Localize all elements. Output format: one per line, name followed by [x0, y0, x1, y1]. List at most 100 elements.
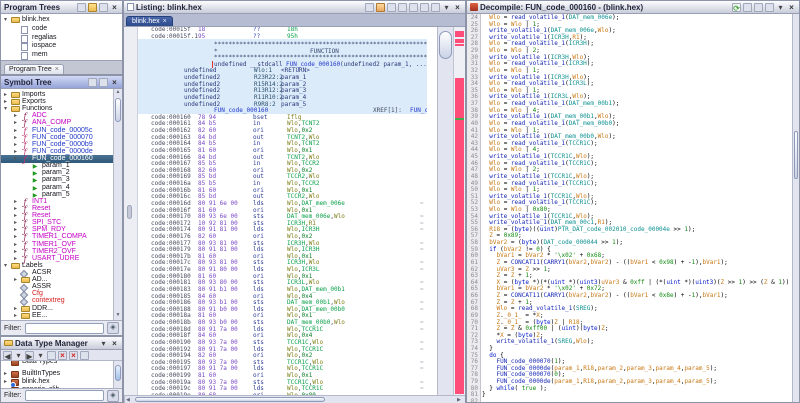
folder-open-icon[interactable]: [88, 3, 97, 12]
print-icon[interactable]: [765, 3, 774, 12]
close-icon[interactable]: ×: [110, 3, 119, 12]
filter-label: Filter:: [4, 392, 22, 399]
listing-hscrollbar[interactable]: ◀ ▶: [124, 395, 465, 403]
folder-icon: [21, 277, 30, 283]
decompiler-code-area[interactable]: Wlo = read_volatile_1(DAT_mem_006e); Wlo…: [482, 14, 792, 402]
symbol-tree-titlebar[interactable]: Symbol Tree ×: [1, 76, 122, 89]
tab-blink-hex[interactable]: blink.hex ×: [126, 16, 173, 26]
token: DAT_mem_00b0: [569, 120, 612, 127]
function-range-marker[interactable]: [455, 78, 464, 394]
bookmark-marker[interactable]: [455, 44, 464, 46]
symbol-tree-filter-input[interactable]: [25, 323, 105, 334]
tree-item-data-types[interactable]: Data Types: [1, 361, 113, 366]
tab-program-tree[interactable]: Program Tree ×: [4, 64, 64, 74]
edit-icon[interactable]: [409, 3, 418, 12]
code-line[interactable]: write_volatile_1(SREG,Wlo);: [482, 338, 594, 345]
field-format-icon[interactable]: [398, 3, 407, 12]
cursor-icon[interactable]: [387, 3, 396, 12]
token: 0xff: [630, 279, 644, 286]
goto-icon[interactable]: [99, 78, 108, 87]
scrollbar-thumb[interactable]: [115, 98, 121, 122]
close-tab-icon[interactable]: ×: [163, 18, 167, 25]
dtm-titlebar[interactable]: Data Type Manager ▾×: [1, 337, 122, 350]
close-tab-icon[interactable]: ×: [55, 66, 59, 73]
code-line[interactable]: } while( true );: [482, 385, 547, 392]
preview-icon[interactable]: [80, 351, 89, 360]
tree-item-builtintypes[interactable]: ▸BuiltInTypes: [1, 370, 113, 378]
token: = ??: [420, 286, 427, 293]
scroll-down-icon[interactable]: ▼: [114, 312, 122, 320]
navigation-icon[interactable]: [77, 3, 86, 12]
decompile-titlebar[interactable]: Decompile: FUN_code_000160 - (blink.hex)…: [467, 1, 799, 14]
scroll-left-icon[interactable]: ◀: [126, 396, 133, 403]
tree-item-mem[interactable]: mem: [1, 51, 122, 59]
bookmark-marker[interactable]: [455, 31, 464, 37]
symbol-tree-scrollbar[interactable]: ▲ ▼: [113, 89, 122, 320]
scroll-up-icon[interactable]: ▲: [114, 89, 122, 97]
token: 1: [692, 292, 696, 299]
dtm-filter-input[interactable]: [25, 390, 105, 401]
code-line[interactable]: }: [482, 391, 486, 398]
menu-dropdown-icon[interactable]: ▾: [99, 339, 108, 348]
filter-options-icon[interactable]: ◈: [107, 390, 119, 402]
filter-icon[interactable]: [47, 351, 56, 360]
token: bVar2: [590, 292, 608, 299]
token: = ??: [420, 346, 427, 353]
margin-handle[interactable]: [127, 205, 132, 219]
collapse-icon[interactable]: ▾: [4, 16, 7, 24]
program-trees-titlebar[interactable]: Program Trees ×: [1, 1, 122, 14]
listing-code-area[interactable]: code:00015f18??18hcode:00015f.195??95h**…: [138, 27, 427, 395]
cursor-location-marker[interactable]: [455, 118, 464, 120]
tree-item-code[interactable]: code: [1, 25, 122, 33]
bookmark-marker[interactable]: [455, 39, 464, 43]
paste-icon[interactable]: [376, 3, 385, 12]
expand-icon[interactable]: ▸: [14, 312, 17, 320]
tree-item-regalias[interactable]: regalias: [1, 34, 122, 42]
save-tree-icon[interactable]: [99, 3, 108, 12]
tree-item-iospace[interactable]: iospace: [1, 42, 122, 50]
copy-icon[interactable]: [365, 3, 374, 12]
tree-item-blink-hex[interactable]: ▾blink.hex: [1, 16, 122, 24]
dtm-scrollbar[interactable]: [113, 361, 122, 388]
filter-options-icon[interactable]: ◈: [107, 322, 119, 334]
token: while: [496, 385, 514, 392]
expand-icon[interactable]: ▸: [4, 370, 7, 378]
tree-item-ee-[interactable]: ▸EE...: [1, 312, 113, 320]
tree-item-blink-hex[interactable]: ▸blink.hex: [1, 378, 113, 386]
export-icon[interactable]: [754, 3, 763, 12]
hide-arrays-icon[interactable]: [58, 351, 67, 360]
close-icon[interactable]: ×: [453, 3, 462, 12]
diff-icon[interactable]: [431, 3, 440, 12]
folder-open-icon: [11, 106, 20, 112]
scrollbar-thumb[interactable]: [135, 397, 325, 402]
token: param_3: [627, 378, 652, 385]
menu-dropdown-icon[interactable]: ▾: [776, 3, 785, 12]
scrollbar-thumb[interactable]: [115, 365, 121, 381]
decompiler-scrollbar[interactable]: [792, 14, 799, 402]
hide-pointers-icon[interactable]: [69, 351, 78, 360]
listing-scrollbar[interactable]: [437, 27, 453, 395]
close-icon[interactable]: ×: [110, 339, 119, 348]
snapshot-icon[interactable]: [420, 3, 429, 12]
close-icon[interactable]: ×: [110, 78, 119, 87]
forward-icon[interactable]: ▶: [25, 351, 34, 360]
menu-dropdown-icon[interactable]: ▾: [14, 351, 23, 360]
token: bVar2: [569, 259, 587, 266]
listing-titlebar[interactable]: Listing: blink.hex ▾×: [124, 1, 465, 14]
listing-left-margin: [124, 27, 138, 395]
close-icon[interactable]: ×: [787, 3, 796, 12]
expand-icon[interactable]: ▸: [4, 378, 7, 386]
refresh-icon[interactable]: ⟳: [732, 3, 741, 12]
graph-icon[interactable]: [88, 78, 97, 87]
listing-view[interactable]: code:00015f18??18hcode:00015f.195??95h**…: [124, 27, 453, 395]
token: TCCR1C: [569, 199, 591, 206]
scrollbar-thumb[interactable]: [439, 31, 452, 59]
scroll-right-icon[interactable]: ▶: [457, 396, 464, 403]
scrollbar-thumb[interactable]: [794, 131, 798, 179]
menu-dropdown-icon[interactable]: ▾: [442, 3, 451, 12]
menu-dropdown-icon[interactable]: ▾: [36, 351, 45, 360]
token: SREG: [558, 338, 572, 345]
back-icon[interactable]: ◀: [3, 351, 12, 360]
token: R18: [583, 378, 594, 385]
copy-icon[interactable]: [743, 3, 752, 12]
